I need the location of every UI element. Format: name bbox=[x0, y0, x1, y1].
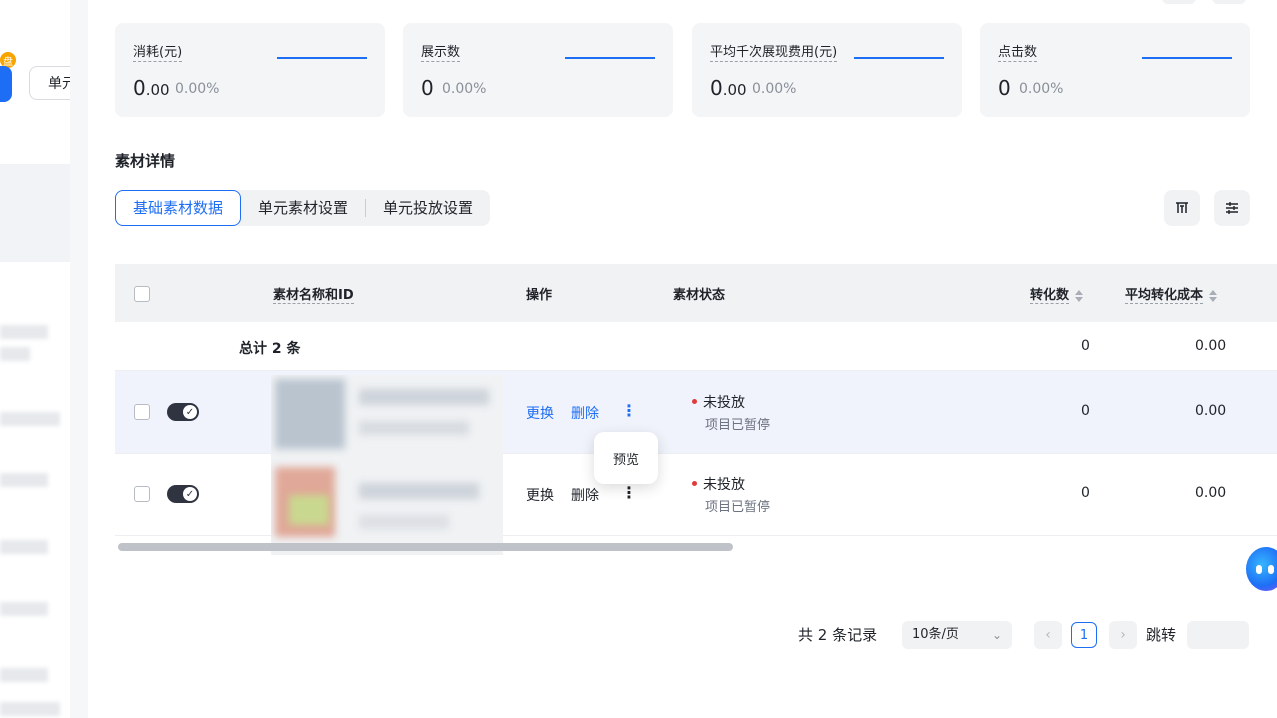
sliders-icon bbox=[1226, 202, 1238, 214]
material-thumbnail[interactable] bbox=[271, 375, 503, 555]
delete-link[interactable]: 删除 bbox=[571, 485, 599, 505]
metric-trend-line bbox=[854, 57, 944, 59]
scrollbar-thumb[interactable] bbox=[118, 543, 733, 551]
status-text: 未投放 bbox=[692, 392, 745, 412]
left-panel: 盘 单元 bbox=[0, 0, 71, 718]
delete-link[interactable]: 删除 bbox=[571, 403, 599, 423]
left-selected-item[interactable] bbox=[0, 164, 70, 262]
metric-value: 0.00 bbox=[133, 76, 170, 100]
metric-card-cpm[interactable]: 平均千次展现费用(元) 0.00 0.00% bbox=[692, 23, 962, 117]
column-settings-button[interactable] bbox=[1164, 190, 1200, 226]
next-page-button[interactable]: › bbox=[1109, 621, 1137, 649]
chevron-left-icon: ‹ bbox=[1045, 627, 1051, 643]
filter-button[interactable] bbox=[1214, 190, 1250, 226]
row-avg-cost: 0.00 bbox=[1195, 403, 1227, 419]
table-header: 素材名称和ID 操作 素材状态 转化数 平均转化成本 bbox=[115, 264, 1277, 322]
metric-card-cost[interactable]: 消耗(元) 0.00 0.00% bbox=[115, 23, 385, 117]
tab-basic-data[interactable]: 基础素材数据 bbox=[115, 190, 242, 226]
bot-eye bbox=[1268, 565, 1274, 574]
bot-eye bbox=[1256, 565, 1262, 574]
blurred-item bbox=[0, 473, 48, 487]
jump-page-input[interactable] bbox=[1187, 621, 1249, 649]
metric-trend-line bbox=[1142, 57, 1232, 59]
page-number-current[interactable]: 1 bbox=[1071, 622, 1097, 648]
metric-value: 0 bbox=[421, 76, 434, 100]
total-label: 总计 2 条 bbox=[239, 341, 301, 357]
metric-change: 0.00% bbox=[752, 81, 797, 97]
unit-button[interactable]: 单元 bbox=[29, 66, 70, 100]
metric-label: 平均千次展现费用(元) bbox=[710, 41, 838, 62]
section-title: 素材详情 bbox=[115, 152, 176, 170]
blurred-item bbox=[0, 347, 30, 361]
horizontal-scrollbar[interactable] bbox=[115, 541, 1277, 551]
check-icon: ✓ bbox=[183, 487, 197, 501]
pagination-total: 共 2 条记录 bbox=[798, 626, 878, 644]
blurred-item bbox=[0, 702, 60, 716]
metric-value: 0 bbox=[998, 76, 1011, 100]
replace-link[interactable]: 更换 bbox=[526, 485, 554, 505]
blurred-item bbox=[0, 325, 48, 339]
replace-link[interactable]: 更换 bbox=[526, 403, 554, 423]
sort-icon[interactable] bbox=[1075, 289, 1084, 302]
blurred-item bbox=[0, 412, 60, 426]
metric-trend-line bbox=[277, 57, 367, 59]
metric-card-clicks[interactable]: 点击数 0 0.00% bbox=[980, 23, 1250, 117]
total-avg-cost: 0.00 bbox=[1195, 338, 1227, 354]
jump-label: 跳转 bbox=[1146, 626, 1177, 644]
row-toggle[interactable]: ✓ bbox=[167, 403, 199, 421]
status-subtext: 项目已暂停 bbox=[705, 418, 771, 433]
metric-label: 展示数 bbox=[421, 41, 461, 62]
chevron-down-icon: ⌄ bbox=[991, 628, 1002, 642]
chevron-right-icon: › bbox=[1120, 627, 1126, 643]
left-selected-chip[interactable] bbox=[0, 66, 12, 102]
metric-change: 0.00% bbox=[442, 81, 487, 97]
top-button[interactable] bbox=[1162, 0, 1196, 4]
blurred-item bbox=[0, 602, 48, 616]
total-row: 总计 2 条 0 0.00 bbox=[115, 322, 1277, 371]
more-icon[interactable]: ⋮ bbox=[621, 401, 637, 420]
top-button[interactable] bbox=[1212, 0, 1246, 4]
metric-card-impressions[interactable]: 展示数 0 0.00% bbox=[403, 23, 673, 117]
select-all-checkbox[interactable] bbox=[134, 286, 150, 302]
check-icon: ✓ bbox=[183, 405, 197, 419]
total-conversions: 0 bbox=[1081, 338, 1090, 354]
row-checkbox[interactable] bbox=[134, 486, 150, 502]
panel-gutter bbox=[70, 0, 88, 718]
row-checkbox[interactable] bbox=[134, 404, 150, 420]
main-content: 消耗(元) 0.00 0.00% 展示数 0 0.00% 平均千次展现费用(元)… bbox=[88, 0, 1277, 718]
metric-change: 0.00% bbox=[175, 81, 220, 97]
tab-bar: 基础素材数据 单元素材设置 单元投放设置 bbox=[115, 190, 491, 226]
page-size-select[interactable]: 10条/页 ⌄ bbox=[902, 621, 1012, 649]
sort-icon[interactable] bbox=[1209, 289, 1218, 302]
more-icon[interactable]: ⋮ bbox=[621, 483, 637, 502]
header-actions: 操作 bbox=[526, 288, 553, 303]
row-toggle[interactable]: ✓ bbox=[167, 485, 199, 503]
blurred-item bbox=[0, 540, 48, 554]
metric-value: 0.00 bbox=[710, 76, 747, 100]
column-settings-icon bbox=[1176, 202, 1188, 213]
blurred-item bbox=[0, 668, 48, 682]
row-conversions: 0 bbox=[1081, 403, 1090, 419]
status-text: 未投放 bbox=[692, 474, 745, 494]
header-status: 素材状态 bbox=[673, 288, 726, 303]
preview-popover[interactable]: 预览 bbox=[594, 432, 658, 484]
status-subtext: 项目已暂停 bbox=[705, 500, 771, 515]
header-name: 素材名称和ID bbox=[273, 284, 354, 304]
tab-unit-material-settings[interactable]: 单元素材设置 bbox=[241, 190, 365, 226]
metric-label: 消耗(元) bbox=[133, 41, 183, 62]
metric-trend-line bbox=[565, 57, 655, 59]
metric-label: 点击数 bbox=[998, 41, 1038, 62]
prev-page-button[interactable]: ‹ bbox=[1034, 621, 1062, 649]
row-conversions: 0 bbox=[1081, 485, 1090, 501]
header-conversions[interactable]: 转化数 bbox=[1030, 284, 1084, 304]
tab-unit-delivery-settings[interactable]: 单元投放设置 bbox=[366, 190, 490, 226]
metric-change: 0.00% bbox=[1019, 81, 1064, 97]
row-avg-cost: 0.00 bbox=[1195, 485, 1227, 501]
header-avg-cost[interactable]: 平均转化成本 bbox=[1125, 284, 1218, 304]
status-dot bbox=[692, 480, 697, 486]
status-dot bbox=[692, 398, 697, 404]
